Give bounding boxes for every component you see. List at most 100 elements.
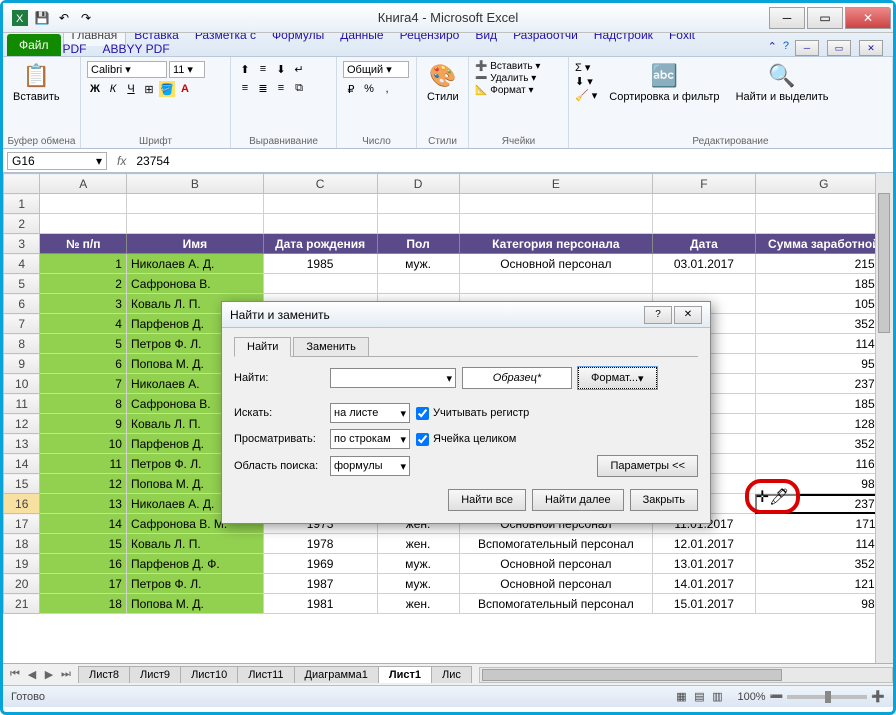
cell[interactable]: муж. [377, 574, 459, 594]
sheet-tab[interactable]: Лист11 [237, 666, 294, 683]
tab-replace[interactable]: Заменить [293, 337, 368, 357]
cell[interactable] [459, 274, 653, 294]
row-13[interactable]: 13 [4, 434, 40, 454]
table-header[interactable]: Дата [653, 234, 756, 254]
look-in-select[interactable]: формулы▾ [330, 456, 410, 476]
row-3[interactable]: 3 [4, 234, 40, 254]
cell[interactable]: Основной персонал [459, 574, 653, 594]
sheet-tab[interactable]: Лист9 [129, 666, 181, 683]
zoom-slider[interactable] [787, 695, 867, 699]
sort-filter-button[interactable]: 🔤 Сортировка и фильтр [605, 61, 723, 105]
horizontal-scrollbar[interactable] [479, 667, 893, 683]
cells-format[interactable]: 📐 Формат ▾ [475, 85, 534, 96]
format-button[interactable]: Формат... ▾ [578, 367, 657, 389]
cell[interactable]: Николаев А. Д. [126, 254, 263, 274]
cell[interactable]: муж. [377, 554, 459, 574]
font-color-icon[interactable]: A [177, 81, 193, 97]
cell[interactable]: 35254 [755, 314, 892, 334]
row-19[interactable]: 19 [4, 554, 40, 574]
sheet-next-icon[interactable]: ▶ [41, 668, 57, 681]
close-button[interactable]: ✕ [845, 7, 891, 29]
paste-button[interactable]: 📋 Вставить [9, 61, 64, 105]
cell[interactable]: 18 [40, 594, 127, 614]
cell[interactable]: 35254 [755, 554, 892, 574]
cell[interactable]: 1981 [263, 594, 377, 614]
sheet-first-icon[interactable]: ⏮ [7, 668, 23, 681]
layout-view-icon[interactable]: ▤ [691, 689, 707, 705]
doc-min-icon[interactable]: ─ [795, 40, 819, 56]
zoom-in-icon[interactable]: ➕ [871, 690, 885, 703]
cell[interactable]: 11698 [755, 454, 892, 474]
cell[interactable]: 03.01.2017 [653, 254, 756, 274]
row-18[interactable]: 18 [4, 534, 40, 554]
col-C[interactable]: C [263, 174, 377, 194]
cell[interactable]: 1978 [263, 534, 377, 554]
col-A[interactable]: A [40, 174, 127, 194]
col-B[interactable]: B [126, 174, 263, 194]
align-center-icon[interactable]: ≣ [255, 80, 271, 96]
cell[interactable]: 2 [40, 274, 127, 294]
row-14[interactable]: 14 [4, 454, 40, 474]
normal-view-icon[interactable]: ▦ [673, 689, 689, 705]
table-header[interactable]: Дата рождения [263, 234, 377, 254]
ribbon-min-icon[interactable]: ⌃ [768, 40, 777, 56]
cell[interactable]: 15 [40, 534, 127, 554]
cell[interactable]: Парфенов Д. Ф. [126, 554, 263, 574]
whole-cell-checkbox[interactable]: Ячейка целиком [416, 433, 516, 446]
italic-icon[interactable]: К [105, 81, 121, 97]
row-20[interactable]: 20 [4, 574, 40, 594]
find-all-button[interactable]: Найти все [448, 489, 526, 511]
cell[interactable]: 12102 [755, 574, 892, 594]
close-dialog-button[interactable]: Закрыть [630, 489, 698, 511]
table-header[interactable]: Сумма заработной [755, 234, 892, 254]
cell[interactable]: 5 [40, 334, 127, 354]
row-7[interactable]: 7 [4, 314, 40, 334]
cell[interactable] [263, 274, 377, 294]
col-D[interactable]: D [377, 174, 459, 194]
row-5[interactable]: 5 [4, 274, 40, 294]
row-2[interactable]: 2 [4, 214, 40, 234]
wrap-icon[interactable]: ↵ [291, 61, 307, 77]
sheet-tab[interactable]: Лис [431, 666, 472, 683]
cell[interactable]: муж. [377, 254, 459, 274]
cell[interactable]: Коваль Л. П. [126, 534, 263, 554]
match-case-checkbox[interactable]: Учитывать регистр [416, 407, 529, 420]
cell[interactable]: 10546 [755, 294, 892, 314]
table-header[interactable]: Категория персонала [459, 234, 653, 254]
cell[interactable]: 14 [40, 514, 127, 534]
tab-find[interactable]: Найти [234, 337, 291, 357]
col-G[interactable]: G [755, 174, 892, 194]
cell[interactable]: Попова М. Д. [126, 594, 263, 614]
file-tab[interactable]: Файл [7, 34, 61, 56]
cell[interactable]: 21556 [755, 254, 892, 274]
table-header[interactable]: Пол [377, 234, 459, 254]
cells-delete[interactable]: ➖ Удалить ▾ [475, 73, 536, 84]
cell[interactable]: 35254 [755, 434, 892, 454]
formula-input[interactable]: 23754 [132, 153, 893, 169]
border-icon[interactable]: ⊞ [141, 81, 157, 97]
align-bot-icon[interactable]: ⬇ [273, 61, 289, 77]
zoom-out-icon[interactable]: ➖ [770, 690, 784, 703]
cell[interactable]: 12821 [755, 414, 892, 434]
cell[interactable]: Сафронова В. [126, 274, 263, 294]
vertical-scrollbar[interactable] [875, 173, 893, 663]
sheet-tab[interactable]: Диаграмма1 [294, 666, 379, 683]
row-8[interactable]: 8 [4, 334, 40, 354]
cell[interactable]: жен. [377, 534, 459, 554]
styles-button[interactable]: 🎨 Стили [423, 61, 463, 105]
sheet-tab[interactable]: Лист1 [378, 666, 432, 683]
table-header[interactable]: № п/п [40, 234, 127, 254]
cell[interactable]: 11456 [755, 534, 892, 554]
underline-icon[interactable]: Ч [123, 81, 139, 97]
cell[interactable]: Основной персонал [459, 554, 653, 574]
doc-close-icon[interactable]: ✕ [859, 40, 883, 56]
align-top-icon[interactable]: ⬆ [237, 61, 253, 77]
cell[interactable]: 9800 [755, 594, 892, 614]
cell[interactable]: 1 [40, 254, 127, 274]
dialog-help-button[interactable]: ? [644, 306, 672, 324]
cell[interactable]: 4 [40, 314, 127, 334]
fill-down-icon[interactable]: ⬇ ▾ [575, 75, 597, 88]
cell[interactable]: 7 [40, 374, 127, 394]
row-1[interactable]: 1 [4, 194, 40, 214]
cell[interactable]: 13 [40, 494, 127, 514]
